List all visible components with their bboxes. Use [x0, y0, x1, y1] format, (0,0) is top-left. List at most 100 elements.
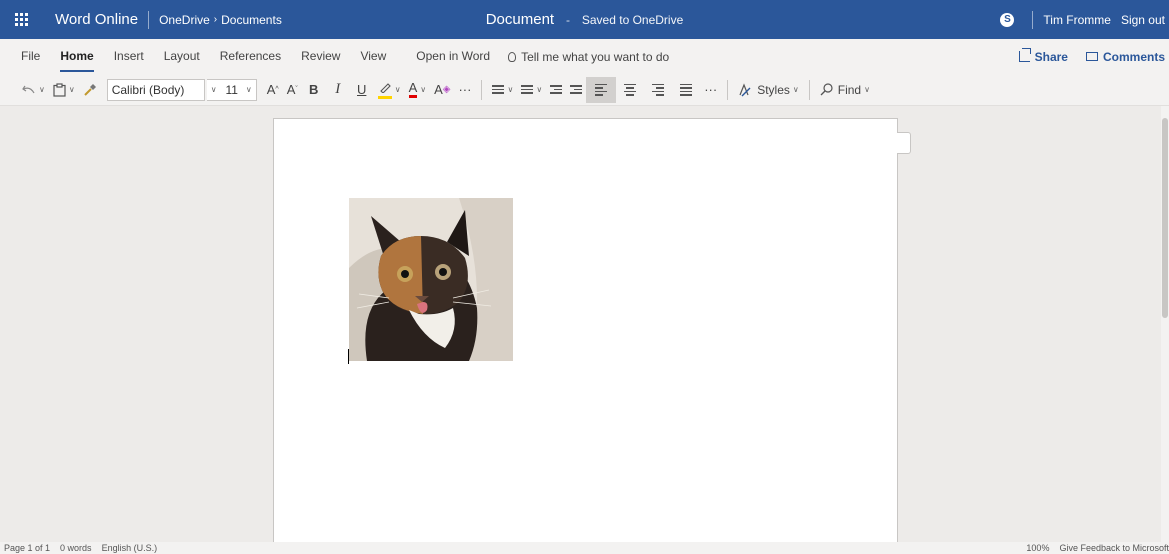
justify-button[interactable]: [672, 77, 700, 103]
numbering-button[interactable]: ∨: [517, 77, 546, 103]
chevron-down-icon: ∨: [39, 85, 45, 94]
ribbon-separator: [727, 79, 729, 100]
find-label: Find: [837, 82, 862, 97]
more-font-options-button[interactable]: ···: [454, 77, 475, 103]
cat-photo-icon: [349, 198, 513, 361]
sign-out-link[interactable]: Sign out: [1121, 13, 1165, 27]
find-button[interactable]: Find ∨: [816, 77, 874, 103]
format-painter-icon: [84, 83, 96, 96]
align-center-button[interactable]: [616, 77, 644, 103]
shrink-font-button[interactable]: Aˇ: [283, 77, 302, 103]
status-bar-right: 100% Give Feedback to Microsoft: [1016, 542, 1169, 554]
title-separator: [148, 10, 150, 29]
undo-button[interactable]: ∨: [18, 77, 49, 103]
save-status: Saved to OneDrive: [581, 13, 684, 27]
font-size-select[interactable]: ∨ 11 ∨: [206, 78, 257, 101]
clear-formatting-icon: A: [434, 82, 443, 97]
align-left-button[interactable]: [586, 76, 617, 103]
ribbon-separator: [481, 79, 483, 100]
waffle-icon: [14, 13, 28, 26]
underline-button[interactable]: U: [350, 77, 374, 103]
page-count: Page 1 of 1: [4, 543, 51, 553]
more-icon: ···: [458, 82, 472, 97]
feedback-link[interactable]: Give Feedback to Microsoft: [1059, 543, 1169, 553]
bold-icon: B: [309, 82, 319, 97]
bullet-list-icon: [492, 85, 505, 94]
clipboard-icon: [53, 82, 66, 97]
chevron-down-icon: ∨: [507, 85, 514, 94]
font-name-value: Calibri (Body): [111, 82, 185, 97]
align-right-button[interactable]: [644, 77, 672, 103]
title-dash: -: [565, 13, 570, 27]
chevron-down-icon: ∨: [864, 85, 870, 94]
title-bar-right: S Tim Fromme Sign out: [1000, 0, 1169, 39]
tab-file[interactable]: File: [21, 39, 40, 74]
styles-label: Styles: [757, 82, 790, 97]
font-size-value: 11: [225, 82, 238, 97]
tab-layout[interactable]: Layout: [164, 39, 200, 74]
clear-formatting-button[interactable]: A ◈: [430, 77, 454, 103]
breadcrumb-documents[interactable]: Documents: [221, 13, 282, 27]
tab-row-right: Share Comments: [1018, 39, 1165, 74]
comments-button[interactable]: Comments: [1085, 50, 1165, 64]
status-bar: Page 1 of 1 0 words English (U.S.) 100% …: [0, 542, 1169, 554]
inserted-image[interactable]: [349, 198, 513, 361]
paste-button[interactable]: ∨: [49, 77, 79, 103]
styles-icon: [739, 82, 751, 96]
font-color-button[interactable]: A ∨: [405, 77, 431, 103]
underline-icon: U: [357, 82, 367, 97]
shrink-font-icon: A: [286, 82, 296, 97]
highlighter-icon: [377, 81, 392, 99]
highlight-button[interactable]: ∨: [374, 77, 405, 103]
justify-icon: [680, 83, 693, 96]
app-name[interactable]: Word Online: [55, 11, 138, 28]
tell-me-box[interactable]: Tell me what you want to do: [508, 50, 669, 64]
chevron-down-icon: ∨: [536, 85, 543, 94]
more-paragraph-options-button[interactable]: ···: [700, 77, 721, 103]
bold-button[interactable]: B: [302, 77, 326, 103]
vertical-scrollbar[interactable]: [1161, 106, 1169, 542]
tab-home[interactable]: Home: [60, 39, 95, 74]
breadcrumb-separator-icon: ›: [213, 14, 218, 25]
more-icon: ···: [704, 82, 718, 97]
align-left-icon: [595, 83, 608, 96]
tab-view[interactable]: View: [360, 39, 386, 74]
scrollbar-thumb[interactable]: [1162, 118, 1168, 318]
document-page[interactable]: [273, 118, 898, 542]
word-count[interactable]: 0 words: [60, 543, 92, 553]
undo-icon: [22, 85, 35, 93]
chevron-down-icon: ∨: [420, 85, 427, 94]
chevron-down-icon: ∨: [792, 85, 799, 94]
format-painter-button[interactable]: [79, 77, 101, 103]
tab-review[interactable]: Review: [301, 39, 340, 74]
title-bar: Word Online OneDrive › Documents Documen…: [0, 0, 1169, 39]
breadcrumb-onedrive[interactable]: OneDrive: [159, 13, 210, 27]
document-title[interactable]: Document: [486, 11, 554, 28]
increase-indent-button[interactable]: [566, 77, 586, 103]
chevron-down-icon: ∨: [210, 85, 217, 94]
skype-icon[interactable]: S: [1000, 12, 1015, 27]
font-name-select[interactable]: Calibri (Body): [106, 78, 205, 101]
app-launcher-button[interactable]: [0, 0, 42, 39]
italic-button[interactable]: I: [326, 77, 350, 103]
zoom-level[interactable]: 100%: [1026, 543, 1049, 553]
grow-font-icon: A: [266, 82, 276, 97]
language[interactable]: English (U.S.): [102, 543, 158, 553]
decrease-indent-button[interactable]: [546, 77, 566, 103]
numbered-list-icon: [521, 85, 534, 94]
tab-insert[interactable]: Insert: [114, 39, 144, 74]
ribbon-separator: [808, 79, 810, 100]
grow-font-button[interactable]: A ^: [263, 77, 283, 103]
tab-references[interactable]: References: [220, 39, 281, 74]
text-cursor: [348, 349, 349, 364]
increase-indent-icon: [570, 85, 583, 94]
lightbulb-icon: [508, 51, 517, 62]
italic-icon: I: [335, 81, 341, 97]
share-label: Share: [1034, 49, 1068, 64]
bullets-button[interactable]: ∨: [488, 77, 517, 103]
chevron-down-icon: ∨: [68, 85, 75, 94]
share-button[interactable]: Share: [1018, 48, 1068, 64]
tab-open-in-word[interactable]: Open in Word: [416, 39, 490, 74]
user-name[interactable]: Tim Fromme: [1043, 13, 1111, 27]
styles-button[interactable]: Styles ∨: [734, 77, 803, 103]
